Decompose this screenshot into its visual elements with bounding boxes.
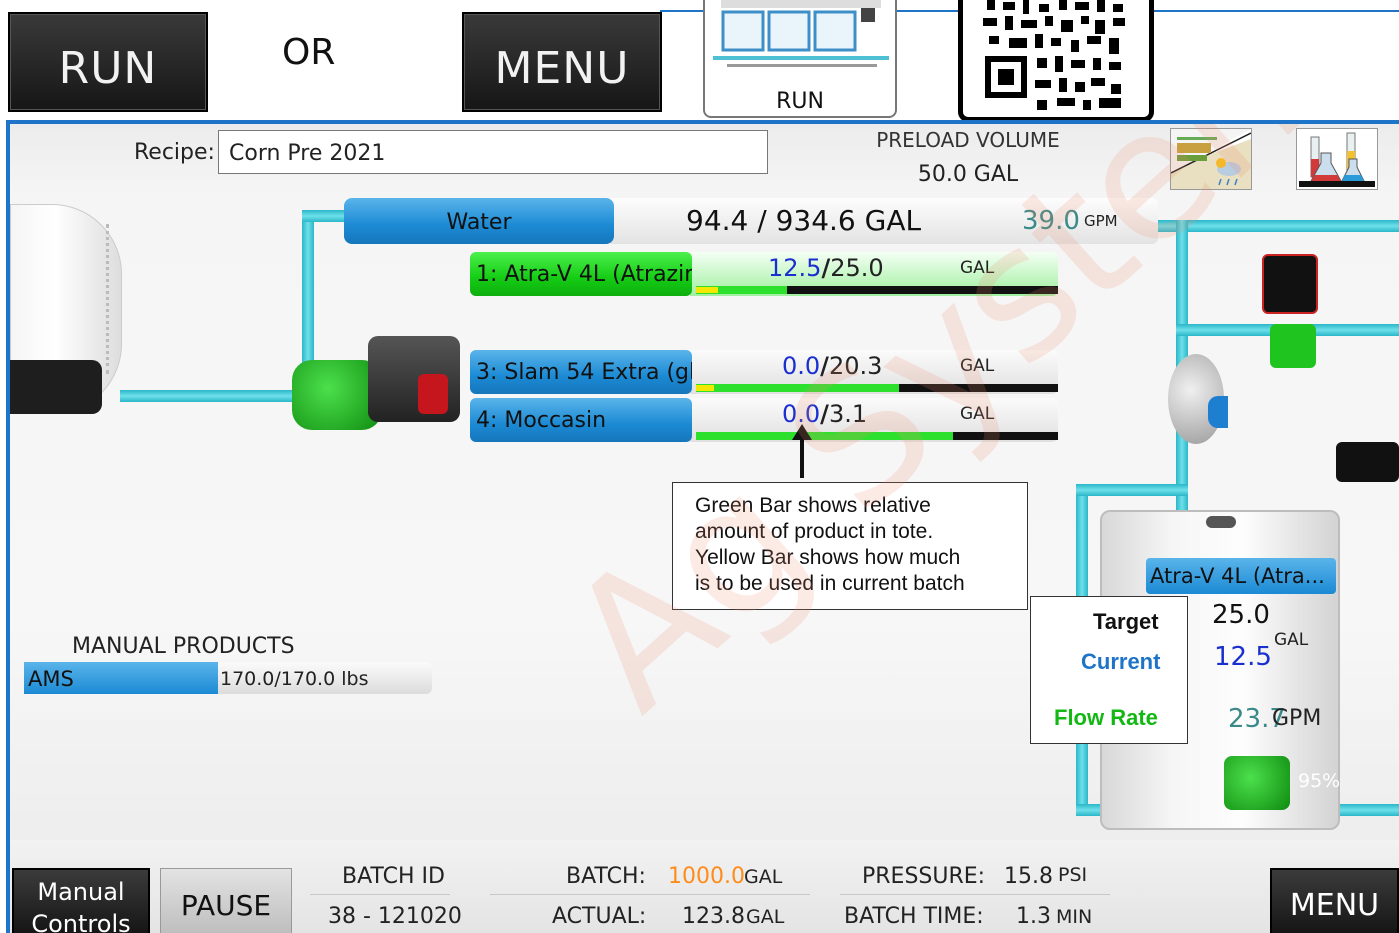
product-batch-bar — [696, 287, 718, 293]
product-batch-bar — [696, 385, 714, 391]
batch-value: 1000.0 — [668, 864, 745, 889]
manual-product-ams[interactable]: AMS — [24, 662, 218, 694]
actual-unit: GAL — [746, 906, 785, 928]
top-divider — [1154, 10, 1399, 12]
preload-volume-label: PRELOAD VOLUME — [876, 128, 1060, 152]
top-divider — [896, 10, 960, 12]
batch-time-label: BATCH TIME: — [844, 904, 984, 929]
run-button-label: RUN — [58, 43, 158, 94]
menu-button[interactable]: MENU — [1270, 868, 1399, 933]
menu-button-top[interactable]: MENU — [462, 12, 662, 112]
valve-icon — [1262, 254, 1318, 314]
product-target: 20.3 — [828, 352, 883, 380]
actual-label: ACTUAL: — [552, 904, 647, 929]
tote-pump-icon — [1224, 756, 1290, 810]
engine-accent — [418, 374, 448, 414]
pause-button[interactable]: PAUSE — [160, 868, 292, 933]
divider — [840, 894, 1110, 895]
product-unit: GAL — [960, 356, 995, 376]
callout-line: is to be used in current batch — [695, 572, 965, 595]
water-flow-unit: GPM — [1084, 212, 1118, 230]
batch-time-value: 1.3 — [1016, 904, 1051, 929]
callout-arrow-head — [792, 424, 812, 440]
flow-rate-label: Flow Rate — [1054, 705, 1158, 730]
product-current: 0.0 — [782, 352, 821, 380]
run-screen-panel: Recipe: Corn Pre 2021 PRELOAD VOLUME 50.… — [6, 120, 1399, 933]
manual-controls-line: Controls — [31, 910, 131, 933]
tote-product-label[interactable]: Atra-V 4L (Atra... — [1146, 558, 1336, 594]
menu-button-label: MENU — [1289, 888, 1380, 923]
qr-code-icon — [958, 0, 1154, 122]
product-unit: GAL — [960, 404, 995, 424]
product-row-name[interactable]: 3: Slam 54 Extra (glyphosate) — [470, 350, 692, 394]
pump-riser-pipe — [302, 214, 314, 364]
batch-time-unit: MIN — [1056, 906, 1093, 928]
water-button[interactable]: Water — [344, 198, 614, 244]
manual-products-title: MANUAL PRODUCTS — [72, 634, 295, 659]
product-current: 12.5 — [768, 254, 822, 282]
product-amount: 12.5/25.0 — [768, 254, 884, 282]
batch-label: BATCH: — [566, 864, 646, 889]
tote-cap — [1206, 516, 1236, 528]
product-row-name[interactable]: 1: Atra-V 4L (Atrazine) — [470, 252, 692, 296]
product-slash: / — [820, 352, 829, 380]
tote-current-value: 12.5 — [1214, 642, 1272, 672]
current-label: Current — [1081, 649, 1161, 674]
tote-gal-unit: GAL — [1274, 630, 1309, 650]
callout-line: Yellow Bar shows how much — [695, 546, 961, 569]
tank-diagram-icon — [713, 0, 889, 67]
callout-line: Green Bar shows relative — [695, 494, 931, 517]
menu-button-label: MENU — [494, 43, 630, 94]
tank-rivets — [106, 224, 115, 374]
tote-link-pipe — [1076, 484, 1188, 496]
or-text: OR — [282, 32, 336, 73]
pressure-unit: PSI — [1058, 864, 1088, 886]
suction-pipe — [120, 390, 306, 402]
batch-id-label: BATCH ID — [342, 864, 445, 889]
valve-icon — [1336, 442, 1399, 482]
valve-icon — [1270, 324, 1316, 368]
bar-legend-callout: Green Bar shows relative amount of produ… — [672, 482, 1028, 610]
water-value: 94.4 / 934.6 GAL — [686, 204, 922, 237]
tote-gpm-unit: GPM — [1272, 706, 1322, 731]
run-button[interactable]: RUN — [8, 12, 208, 112]
water-flow-rate: 39.0 — [1022, 206, 1080, 236]
chemistry-flask-icon[interactable] — [1296, 128, 1378, 190]
target-label: Target — [1093, 609, 1159, 634]
divider — [490, 894, 810, 895]
product-target: 3.1 — [828, 400, 868, 428]
manual-controls-line: Manual — [37, 878, 125, 906]
preload-volume-value: 50.0 GAL — [917, 162, 1019, 187]
product-amount: 0.0/20.3 — [782, 352, 882, 380]
top-divider — [660, 10, 706, 12]
run-screen-thumbnail[interactable]: RUN — [703, 0, 897, 118]
product-slash: / — [821, 254, 831, 282]
product-tote-level-bar — [696, 432, 953, 440]
pressure-label: PRESSURE: — [862, 864, 986, 889]
water-tank-stand — [10, 360, 102, 414]
batch-id-value: 38 - 121020 — [328, 904, 462, 929]
sensor-icon — [1208, 396, 1228, 428]
product-tote-level-bar — [696, 384, 899, 392]
recipe-field[interactable]: Corn Pre 2021 — [218, 130, 768, 174]
product-slash: / — [820, 400, 829, 428]
callout-line: amount of product in tote. — [695, 520, 934, 543]
product-unit: GAL — [960, 258, 995, 278]
manual-controls-button[interactable]: Manual Controls — [12, 868, 150, 933]
product-row-name[interactable]: 4: Moccasin — [470, 398, 692, 442]
callout-arrow — [800, 436, 804, 478]
thumbnail-label: RUN — [776, 89, 824, 114]
tote-legend-box: Target Current Flow Rate — [1030, 596, 1188, 744]
divider — [310, 894, 450, 895]
return-pipe-top — [1158, 220, 1399, 232]
product-target: 25.0 — [830, 254, 884, 282]
batch-unit: GAL — [744, 866, 783, 888]
tote-target-value: 25.0 — [1212, 600, 1270, 630]
pump-speed-percent: 95% — [1298, 770, 1341, 792]
recipe-label: Recipe: — [134, 140, 215, 165]
pressure-value: 15.8 — [1004, 864, 1053, 889]
field-weather-icon[interactable] — [1170, 128, 1252, 190]
actual-value: 123.8 — [682, 904, 745, 929]
manual-product-value: 170.0/170.0 lbs — [220, 668, 369, 690]
